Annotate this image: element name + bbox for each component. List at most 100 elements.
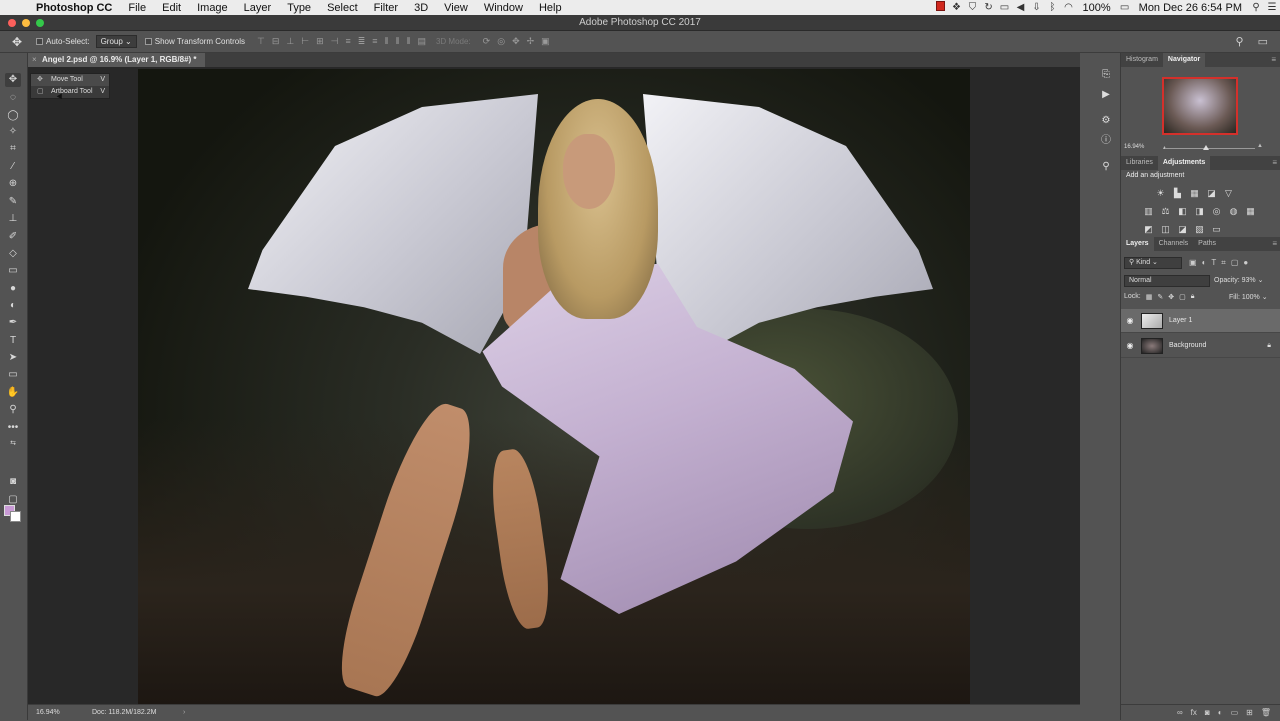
status-zoom[interactable]: 16.94% xyxy=(36,705,60,721)
navigator-zoom-value[interactable]: 16.94% xyxy=(1124,144,1144,150)
flyout-move-tool[interactable]: ✥ Move Tool V xyxy=(31,74,109,86)
posterize-icon[interactable]: ◫ xyxy=(1160,224,1171,235)
filter-smart-icon[interactable]: ▢ xyxy=(1231,258,1239,268)
zoom-slider-knob[interactable] xyxy=(1203,145,1209,150)
menu-filter[interactable]: Filter xyxy=(366,2,406,14)
distribute-bottom-icon[interactable]: ≡ xyxy=(372,36,377,47)
layer-name[interactable]: Layer 1 xyxy=(1169,317,1192,324)
black-white-icon[interactable]: ◨ xyxy=(1194,206,1205,217)
auto-select-dropdown[interactable]: Group ⌄ xyxy=(95,35,137,48)
layer-name[interactable]: Background xyxy=(1169,342,1206,349)
color-lookup-icon[interactable]: ▦ xyxy=(1245,206,1256,217)
info-icon[interactable]: ⓘ xyxy=(1099,134,1113,148)
close-window-button[interactable] xyxy=(8,19,16,27)
brush-tool-icon[interactable]: ✎ xyxy=(5,195,21,209)
hand-tool-icon[interactable]: ✋ xyxy=(5,386,21,400)
clone-stamp-tool-icon[interactable]: ⊥ xyxy=(5,212,21,226)
menu-3d[interactable]: 3D xyxy=(406,2,436,14)
zoom-slider-track[interactable] xyxy=(1165,148,1255,149)
align-vcenter-icon[interactable]: ⊟ xyxy=(272,36,280,47)
sync-icon[interactable]: ↻ xyxy=(981,2,997,13)
history-brush-tool-icon[interactable]: ✐ xyxy=(5,230,21,244)
align-left-icon[interactable]: ⊢ xyxy=(301,36,309,47)
move-tool-icon[interactable]: ✥ xyxy=(5,73,21,87)
battery-percent[interactable]: 100% xyxy=(1077,2,1117,14)
lock-position-icon[interactable]: ✥ xyxy=(1168,293,1174,301)
angel-photo[interactable] xyxy=(138,69,970,704)
menu-view[interactable]: View xyxy=(436,2,476,14)
layer-row-layer1[interactable]: ◉ Layer 1 xyxy=(1121,309,1280,333)
status-menu-arrow[interactable]: › xyxy=(183,705,185,721)
distribute-hcenter-icon[interactable]: ⦀ xyxy=(396,36,400,47)
tab-paths[interactable]: Paths xyxy=(1193,237,1221,251)
clock[interactable]: Mon Dec 26 6:54 PM xyxy=(1133,2,1248,14)
eraser-tool-icon[interactable]: ◇ xyxy=(5,247,21,261)
add-mask-icon[interactable]: ◙ xyxy=(1205,708,1210,717)
display-icon[interactable]: ▭ xyxy=(997,2,1013,13)
properties-icon[interactable]: ⚙ xyxy=(1099,114,1113,128)
dodge-tool-icon[interactable]: ◐ xyxy=(5,299,21,313)
swap-colors-icon[interactable]: ⇆ xyxy=(5,437,21,451)
blur-tool-icon[interactable]: ● xyxy=(5,282,21,296)
auto-align-icon[interactable]: ▤ xyxy=(417,36,426,47)
path-selection-tool-icon[interactable]: ➤ xyxy=(5,351,21,365)
actions-play-icon[interactable]: ▶ xyxy=(1099,88,1113,102)
tab-layers[interactable]: Layers xyxy=(1121,237,1154,251)
zoom-tool-icon[interactable]: ⚲ xyxy=(5,403,21,417)
distribute-right-icon[interactable]: ⦀ xyxy=(407,36,411,47)
levels-icon[interactable]: ▙ xyxy=(1172,188,1183,199)
hue-saturation-icon[interactable]: ⚖ xyxy=(1160,206,1171,217)
wifi-icon[interactable]: ◠ xyxy=(1061,2,1077,13)
layer-style-icon[interactable]: fx xyxy=(1191,708,1197,717)
align-bottom-icon[interactable]: ⊥ xyxy=(286,36,294,47)
speaker-icon[interactable]: ◀ xyxy=(1013,2,1029,13)
align-hcenter-icon[interactable]: ⊞ xyxy=(316,36,324,47)
edit-toolbar-icon[interactable]: ••• xyxy=(5,421,21,435)
history-panel-icon[interactable]: ⎘ xyxy=(1099,68,1113,82)
visibility-eye-icon[interactable]: ◉ xyxy=(1121,316,1139,325)
bluetooth-icon[interactable]: ᛒ xyxy=(1045,2,1061,13)
close-tab-icon[interactable]: × xyxy=(32,53,37,67)
auto-select-checkbox[interactable] xyxy=(36,38,43,45)
zoom-window-button[interactable] xyxy=(36,19,44,27)
filter-adjustment-icon[interactable]: ◐ xyxy=(1202,258,1207,268)
show-transform-checkbox[interactable] xyxy=(144,38,152,45)
flyout-artboard-tool[interactable]: ▢ Artboard Tool V xyxy=(31,86,109,98)
move-tool-preset-icon[interactable]: ✥ xyxy=(6,35,28,49)
filter-shape-icon[interactable]: ⌗ xyxy=(1221,258,1226,268)
new-adjustment-icon[interactable]: ◐ xyxy=(1218,708,1223,717)
tab-libraries[interactable]: Libraries xyxy=(1121,156,1158,170)
exposure-icon[interactable]: ◪ xyxy=(1206,188,1217,199)
filter-toggle-icon[interactable]: ● xyxy=(1243,258,1248,268)
battery-icon[interactable]: ▭ xyxy=(1117,2,1133,13)
3d-orbit-icon[interactable]: ⟳ xyxy=(483,36,491,47)
menu-edit[interactable]: Edit xyxy=(154,2,189,14)
adjustments-menu-icon[interactable]: ≡ xyxy=(1272,156,1277,170)
notification-icon[interactable]: ☰ xyxy=(1264,2,1280,13)
lock-transparent-icon[interactable]: ▦ xyxy=(1146,293,1153,301)
align-right-icon[interactable]: ⊣ xyxy=(331,36,339,47)
threshold-icon[interactable]: ◪ xyxy=(1177,224,1188,235)
canvas-area[interactable] xyxy=(28,67,1080,704)
quick-mask-icon[interactable]: ◙ xyxy=(5,475,21,489)
tab-navigator[interactable]: Navigator xyxy=(1162,53,1206,67)
gradient-map2-icon[interactable]: ▭ xyxy=(1211,224,1222,235)
opacity-control[interactable]: Opacity: 93% ⌄ xyxy=(1214,276,1263,284)
menu-file[interactable]: File xyxy=(120,2,154,14)
delete-layer-icon[interactable]: 🗑︎ xyxy=(1261,708,1271,717)
screen-mode-icon[interactable]: ▢ xyxy=(5,493,21,507)
shield-icon[interactable]: ⛉ xyxy=(965,2,981,13)
spotlight-icon[interactable]: ⚲ xyxy=(1248,2,1264,13)
layers-menu-icon[interactable]: ≡ xyxy=(1272,237,1277,251)
link-layers-icon[interactable]: ∞ xyxy=(1177,708,1183,717)
dropbox-icon[interactable]: ❖ xyxy=(949,2,965,13)
3d-slide-icon[interactable]: ✢ xyxy=(527,36,535,47)
tab-adjustments[interactable]: Adjustments xyxy=(1157,156,1211,170)
healing-brush-tool-icon[interactable]: ⊕ xyxy=(5,177,21,191)
gradient-map-icon[interactable]: ▽ xyxy=(1223,188,1234,199)
menu-app[interactable]: Photoshop CC xyxy=(28,2,120,14)
record-icon[interactable] xyxy=(933,1,949,14)
blend-mode-dropdown[interactable]: Normal xyxy=(1124,275,1210,287)
visibility-eye-icon[interactable]: ◉ xyxy=(1121,341,1139,350)
distribute-left-icon[interactable]: ⦀ xyxy=(385,36,389,47)
